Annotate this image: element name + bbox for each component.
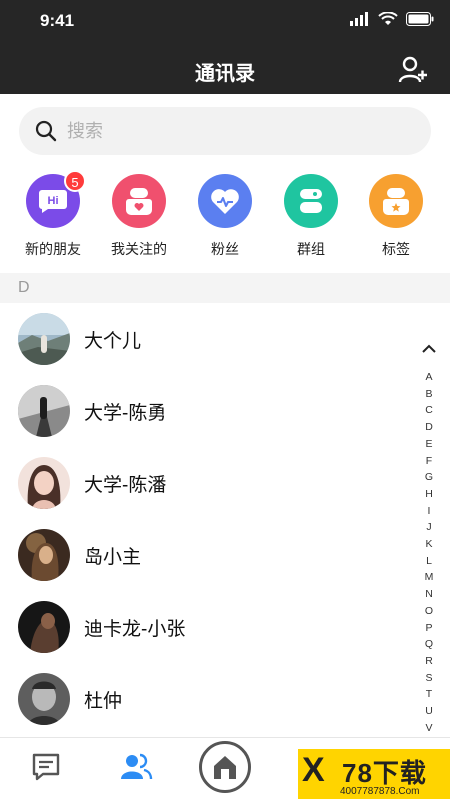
add-friend-icon[interactable] <box>398 55 428 85</box>
index-letter[interactable]: R <box>418 653 440 670</box>
search-input[interactable] <box>67 120 387 142</box>
contact-name: 迪卡龙-小张 <box>84 618 186 640</box>
qa-circle <box>369 174 423 228</box>
index-letter[interactable]: P <box>418 620 440 637</box>
page-title: 通讯录 <box>195 63 255 85</box>
avatar <box>18 673 70 725</box>
index-letters: A B C D E F G H I J K L M N O P Q R S T … <box>418 369 440 770</box>
index-letter[interactable]: G <box>418 469 440 486</box>
contact-row[interactable]: 大学-陈勇 <box>0 375 450 447</box>
contact-name: 杜仲 <box>84 690 123 712</box>
svg-text:Hi: Hi <box>48 195 59 207</box>
search-bar[interactable] <box>19 107 431 155</box>
chevron-up-icon[interactable] <box>418 340 440 358</box>
qa-label: 我关注的 <box>111 241 167 257</box>
contact-name: 大个儿 <box>84 330 142 352</box>
group-icon <box>300 189 322 213</box>
avatar <box>18 457 70 509</box>
avatar <box>18 385 70 437</box>
battery-icon <box>406 12 434 26</box>
qa-label: 粉丝 <box>211 241 239 257</box>
qa-label: 标签 <box>382 241 410 257</box>
watermark-mark: X <box>302 751 325 789</box>
quick-actions: Hi 5 新的朋友 我关注的 粉丝 群组 标签 <box>0 170 450 264</box>
quick-tags[interactable]: 标签 <box>351 174 441 259</box>
alphabet-index[interactable]: A B C D E F G H I J K L M N O P Q R S T … <box>418 340 440 770</box>
index-letter[interactable]: O <box>418 603 440 620</box>
contact-list: 大个儿 大学-陈勇 大学-陈潘 岛小主 迪卡龙-小张 杜仲 <box>0 303 450 735</box>
avatar <box>18 529 70 581</box>
avatar <box>18 601 70 653</box>
quick-following[interactable]: 我关注的 <box>94 174 184 259</box>
contact-name: 大学-陈潘 <box>84 474 167 496</box>
search-icon <box>35 120 57 142</box>
contact-row[interactable]: 岛小主 <box>0 519 450 591</box>
qa-circle <box>198 174 252 228</box>
contact-row[interactable]: 大学-陈潘 <box>0 447 450 519</box>
index-letter[interactable]: J <box>418 519 440 536</box>
signal-icon <box>350 12 368 26</box>
contact-row[interactable]: 大个儿 <box>0 303 450 375</box>
quick-groups[interactable]: 群组 <box>266 174 356 259</box>
tab-messages-icon[interactable] <box>29 750 63 784</box>
contact-name: 大学-陈勇 <box>84 402 167 424</box>
watermark-logo: X 78下载 4007787878.Com <box>298 749 450 799</box>
index-letter[interactable]: M <box>418 569 440 586</box>
section-header: D <box>0 273 450 303</box>
index-letter[interactable]: N <box>418 586 440 603</box>
contact-row[interactable]: 杜仲 <box>0 663 450 735</box>
index-letter[interactable]: H <box>418 486 440 503</box>
header: 9:41 通讯录 <box>0 0 450 94</box>
contact-row[interactable]: 迪卡龙-小张 <box>0 591 450 663</box>
qa-label: 群组 <box>297 241 325 257</box>
index-letter[interactable]: Q <box>418 636 440 653</box>
index-letter[interactable]: I <box>418 503 440 520</box>
index-letter[interactable]: V <box>418 720 440 737</box>
quick-fans[interactable]: 粉丝 <box>180 174 270 259</box>
index-letter[interactable]: D <box>418 419 440 436</box>
qa-circle <box>284 174 338 228</box>
contact-name: 岛小主 <box>84 546 142 568</box>
index-letter[interactable]: T <box>418 686 440 703</box>
index-letter[interactable]: C <box>418 402 440 419</box>
hi-icon: Hi <box>39 190 67 213</box>
index-letter[interactable]: K <box>418 536 440 553</box>
qa-label: 新的朋友 <box>25 241 81 257</box>
qa-circle <box>112 174 166 228</box>
tag-icon <box>383 188 409 215</box>
index-letter[interactable]: E <box>418 436 440 453</box>
status-icons <box>350 12 434 26</box>
watermark-title: 78下载 <box>342 758 427 788</box>
status-time: 9:41 <box>40 11 75 30</box>
index-letter[interactable]: U <box>418 703 440 720</box>
home-icon <box>214 756 236 779</box>
index-letter[interactable]: L <box>418 553 440 570</box>
home-button[interactable] <box>199 741 251 793</box>
wifi-icon <box>378 12 398 25</box>
watermark-url: 4007787878.Com <box>340 786 420 797</box>
index-letter[interactable]: A <box>418 369 440 386</box>
quick-new-friends[interactable]: Hi 5 新的朋友 <box>8 170 98 259</box>
index-letter[interactable]: F <box>418 453 440 470</box>
new-friends-badge: 5 <box>64 170 86 192</box>
index-letter[interactable]: S <box>418 670 440 687</box>
tab-contacts-icon[interactable] <box>119 750 153 784</box>
heart-icon <box>211 189 239 214</box>
index-letter[interactable]: B <box>418 386 440 403</box>
follow-icon <box>126 188 152 215</box>
qa-circle: Hi 5 <box>26 170 86 228</box>
avatar <box>18 313 70 365</box>
